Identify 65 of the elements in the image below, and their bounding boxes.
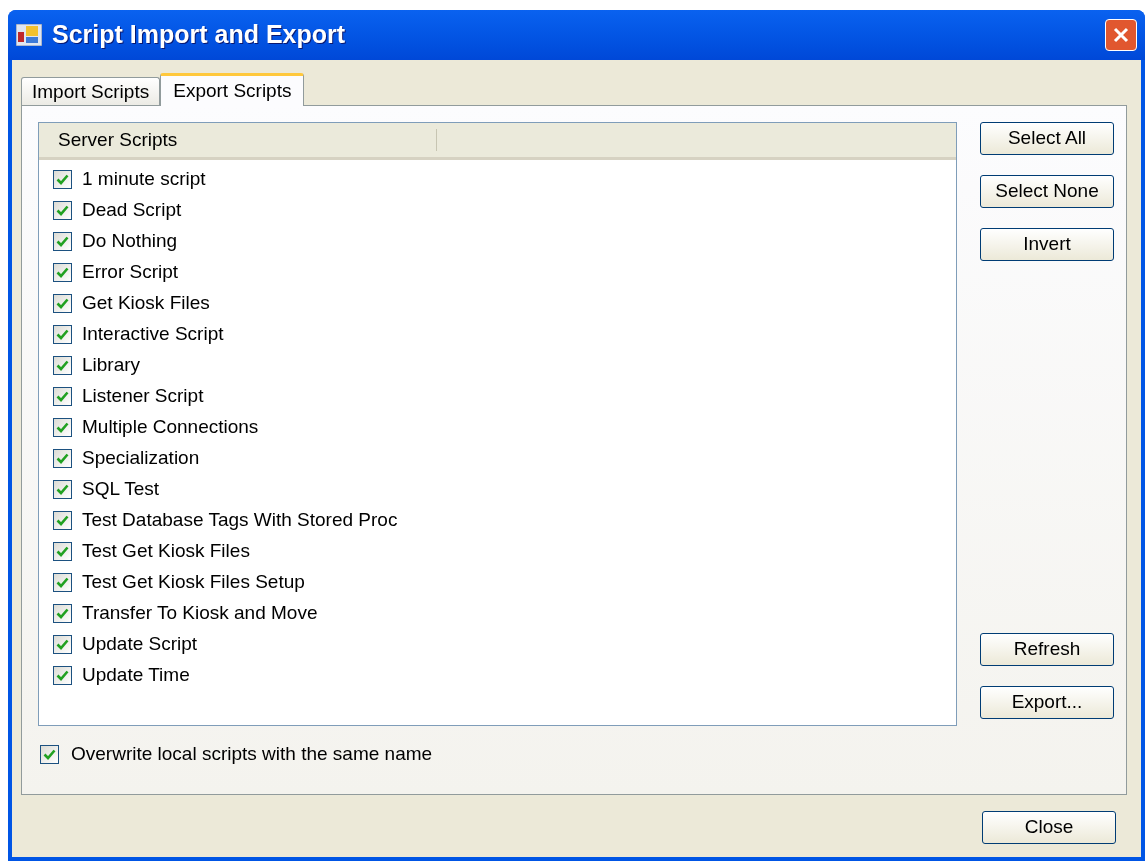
checkbox[interactable]	[53, 542, 72, 561]
push-button[interactable]: Close	[982, 811, 1116, 844]
push-button[interactable]: Select None	[980, 175, 1114, 208]
script-name: Test Get Kiosk Files	[82, 539, 250, 564]
checkbox[interactable]	[53, 418, 72, 437]
check-icon	[56, 174, 69, 185]
check-icon	[56, 453, 69, 464]
script-name: Specialization	[82, 446, 200, 471]
script-name: Interactive Script	[82, 322, 224, 347]
check-icon	[56, 639, 69, 650]
checkbox[interactable]	[53, 356, 72, 375]
tab[interactable]: Export Scripts	[160, 73, 305, 106]
checkbox[interactable]	[53, 511, 72, 530]
checkbox-label: Overwrite local scripts with the same name	[71, 742, 433, 766]
checkbox[interactable]	[53, 449, 72, 468]
script-name: SQL Test	[82, 477, 160, 502]
window-title: Script Import and Export	[52, 19, 346, 51]
script-name: Listener Script	[82, 384, 204, 409]
check-icon	[56, 515, 69, 526]
check-icon	[56, 577, 69, 588]
checkbox[interactable]	[53, 170, 72, 189]
check-icon	[56, 608, 69, 619]
script-name: Library	[82, 353, 141, 378]
push-button[interactable]: Select All	[980, 122, 1114, 155]
script-name: Update Script	[82, 632, 198, 657]
checkbox[interactable]	[53, 263, 72, 282]
checkbox[interactable]	[53, 294, 72, 313]
script-name: Dead Script	[82, 198, 182, 223]
script-name: Error Script	[82, 260, 179, 285]
check-icon	[56, 205, 69, 216]
check-icon	[56, 546, 69, 557]
checkbox[interactable]	[53, 201, 72, 220]
checkbox[interactable]	[40, 744, 59, 764]
script-name: Test Get Kiosk Files Setup	[82, 570, 305, 595]
app-icon	[16, 24, 42, 46]
check-icon	[43, 748, 56, 760]
check-icon	[56, 298, 69, 309]
check-icon	[56, 670, 69, 681]
checkbox[interactable]	[53, 232, 72, 251]
checkbox[interactable]	[53, 635, 72, 654]
push-button[interactable]: Invert	[980, 228, 1114, 261]
tab[interactable]: Import Scripts	[21, 77, 161, 105]
script-name: Multiple Connections	[82, 415, 259, 440]
checkbox[interactable]	[53, 387, 72, 406]
script-name: Update Time	[82, 663, 190, 688]
check-icon	[56, 329, 69, 340]
script-name: Get Kiosk Files	[82, 291, 210, 316]
script-name: Transfer To Kiosk and Move	[82, 601, 318, 626]
script-name: 1 minute script	[82, 167, 206, 192]
check-icon	[56, 360, 69, 371]
check-icon	[56, 391, 69, 402]
checkbox[interactable]	[53, 573, 72, 592]
script-name: Test Database Tags With Stored Proc	[82, 508, 398, 533]
check-icon	[56, 484, 69, 495]
checkbox[interactable]	[53, 325, 72, 344]
checkbox[interactable]	[53, 480, 72, 499]
close-icon[interactable]	[1105, 19, 1137, 51]
checkbox[interactable]	[53, 604, 72, 623]
check-icon	[56, 236, 69, 247]
script-name: Do Nothing	[82, 229, 178, 254]
push-button[interactable]: Export...	[980, 686, 1114, 719]
checkbox[interactable]	[53, 666, 72, 685]
push-button[interactable]: Refresh	[980, 633, 1114, 666]
check-icon	[56, 267, 69, 278]
check-icon	[56, 422, 69, 433]
